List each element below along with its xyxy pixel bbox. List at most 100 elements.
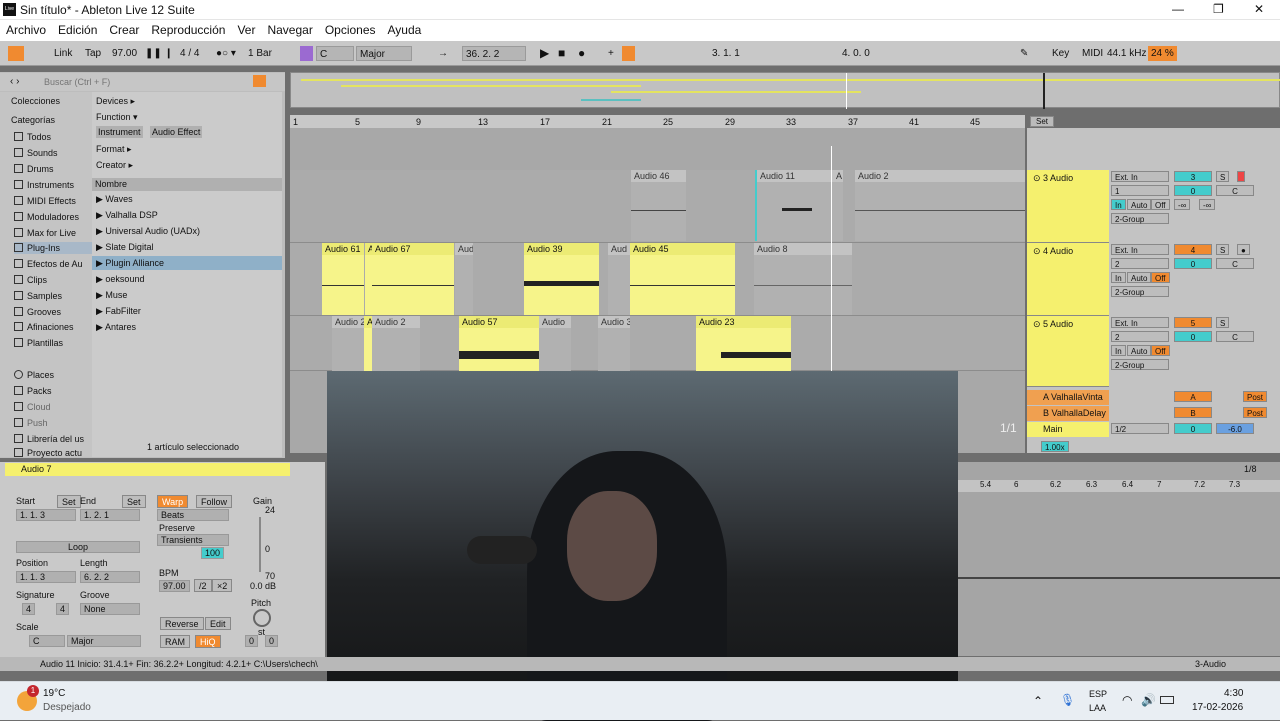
quantize-menu[interactable]: 1 Bar (248, 46, 272, 61)
track-number[interactable]: 5 (1174, 317, 1212, 328)
clip-audio-67[interactable]: Audio 67 (372, 243, 454, 315)
return-b-letter[interactable]: B (1174, 407, 1212, 418)
search-input[interactable] (44, 75, 244, 89)
volume-field[interactable]: 0 (1174, 185, 1212, 196)
loop-length-field[interactable]: 4. 0. 0 (842, 46, 870, 61)
play-icon[interactable]: ▶ (540, 46, 549, 61)
list-item[interactable]: ▶ FabFilter (96, 306, 141, 317)
inf-field[interactable]: -∞ (1199, 199, 1216, 210)
cat-plugins[interactable]: Plug-Ins (14, 242, 92, 254)
return-a-post[interactable]: Post (1243, 391, 1268, 402)
output-group[interactable]: 2-Group (1111, 359, 1169, 370)
input-channel[interactable]: 2 (1111, 258, 1169, 269)
clip-audio-2b[interactable]: Audio 2 (332, 316, 364, 371)
track-4-header[interactable]: ⊙ 4 Audio (1027, 243, 1109, 316)
place-current-project[interactable]: Proyecto actu (14, 447, 82, 459)
set-button[interactable]: Set (1030, 116, 1054, 127)
close-icon[interactable]: ✕ (1254, 2, 1264, 16)
lang-bottom[interactable]: LAA (1089, 703, 1106, 713)
key-map-button[interactable]: Key (1052, 46, 1069, 61)
monitor-in[interactable]: In (1111, 199, 1126, 210)
menu-opciones[interactable]: Opciones (319, 20, 382, 41)
menu-navegar[interactable]: Navegar (261, 20, 318, 41)
place-push[interactable]: Push (14, 417, 48, 429)
filter-format[interactable]: Format ▸ (96, 144, 132, 155)
main-track[interactable]: Main (1027, 422, 1109, 437)
clip-audio-45[interactable]: Audio 45 (630, 243, 735, 315)
pan-field[interactable]: C (1216, 185, 1254, 196)
main-db[interactable]: -6.0 (1216, 423, 1254, 434)
input-type[interactable]: Ext. In (1111, 244, 1169, 255)
clip-audio-46[interactable]: Audio 46 (631, 170, 686, 241)
cat-templates[interactable]: Plantillas (14, 337, 63, 349)
lang-top[interactable]: ESP (1089, 689, 1107, 699)
clip-a3[interactable]: A (364, 316, 372, 371)
monitor-auto[interactable]: Auto (1127, 199, 1152, 210)
track-3-header[interactable]: ⊙ 3 Audio (1027, 170, 1109, 243)
monitor-auto[interactable]: Auto (1127, 272, 1152, 283)
cat-sounds[interactable]: Sounds (14, 147, 58, 159)
filter-function[interactable]: Function ▾ (96, 112, 138, 123)
edit-button[interactable]: Edit (205, 617, 231, 630)
monitor-off[interactable]: Off (1151, 272, 1170, 283)
clip-audio-8[interactable]: Audio 8 (754, 243, 852, 315)
menu-crear[interactable]: Crear (103, 20, 145, 41)
tempo-field[interactable]: 97.00 (112, 46, 137, 61)
place-packs[interactable]: Packs (14, 385, 52, 397)
length-field[interactable]: 6. 2. 2 (80, 571, 140, 583)
menu-reproduccion[interactable]: Reproducción (145, 20, 231, 41)
clip-title-bar[interactable]: Audio 7 (5, 463, 290, 476)
sig-den[interactable]: 4 (56, 603, 70, 615)
track-number[interactable]: 4 (1174, 244, 1212, 255)
monitor-off[interactable]: Off (1151, 199, 1170, 210)
cat-grooves[interactable]: Grooves (14, 306, 61, 318)
fold-icon[interactable]: ⊙ (1033, 246, 1043, 256)
sig-num[interactable]: 4 (22, 603, 36, 615)
reverse-button[interactable]: Reverse (160, 617, 204, 630)
monitor-auto[interactable]: Auto (1127, 345, 1152, 356)
warp-button[interactable]: Warp (157, 495, 189, 508)
pan-field[interactable]: C (1216, 258, 1254, 269)
arm-button[interactable] (1237, 171, 1245, 182)
filter-icon[interactable] (253, 75, 266, 87)
metronome-icon[interactable]: ●○ ▾ (216, 46, 236, 61)
return-b[interactable]: B ValhallaDelay (1027, 406, 1109, 421)
clip-audio-23[interactable]: Audio 23 (696, 316, 791, 371)
pitch-semitones[interactable]: 0 (245, 635, 259, 647)
mic-icon[interactable]: 🎙 (1060, 693, 1075, 707)
cat-clips[interactable]: Clips (14, 274, 47, 286)
return-a[interactable]: A ValhallaVinta (1027, 390, 1109, 405)
list-item[interactable]: ▶ Universal Audio (UADx) (96, 226, 200, 237)
clip-audio-39[interactable]: Audio 39 (524, 243, 599, 315)
scale-mode[interactable]: Major (67, 635, 141, 647)
midi-map-button[interactable]: MIDI (1082, 46, 1103, 61)
filter-creator[interactable]: Creator ▸ (96, 160, 133, 171)
clip-audio-11[interactable]: Audio 11 (755, 170, 833, 241)
solo-button[interactable]: S (1216, 317, 1230, 328)
position-field[interactable]: 1. 1. 3 (16, 571, 76, 583)
minimize-icon[interactable]: — (1172, 2, 1184, 16)
place-user-library[interactable]: Librería del us (14, 433, 84, 445)
warp-mode[interactable]: Beats (157, 509, 229, 521)
clip-aud2[interactable]: Aud (608, 243, 630, 315)
loop-button[interactable]: Loop (16, 541, 140, 553)
scale-icon[interactable] (300, 46, 313, 61)
clip-audio-2[interactable]: Audio 2 (855, 170, 1025, 241)
follow-button[interactable]: Follow (196, 495, 233, 508)
track-5-header[interactable]: ⊙ 5 Audio (1027, 316, 1109, 387)
automation-arm-icon[interactable] (622, 46, 635, 61)
signature-field[interactable]: 4 / 4 (180, 46, 199, 61)
groove-select[interactable]: None (80, 603, 140, 615)
list-item[interactable]: ▶ oeksound (96, 274, 144, 285)
double-button[interactable]: ×2 (212, 579, 233, 592)
start-field[interactable]: 1. 1. 3 (16, 509, 76, 521)
stop-icon[interactable]: ■ (558, 46, 565, 61)
inf-field[interactable]: -∞ (1174, 199, 1191, 210)
clock-date[interactable]: 17-02-2026 (1192, 702, 1243, 713)
volume-field[interactable]: 0 (1174, 331, 1212, 342)
half-button[interactable]: /2 (194, 579, 212, 592)
browser-toggle-icon[interactable] (8, 46, 24, 61)
record-icon[interactable]: ● (578, 46, 585, 61)
output-group[interactable]: 2-Group (1111, 286, 1169, 297)
monitor-in[interactable]: In (1111, 272, 1126, 283)
